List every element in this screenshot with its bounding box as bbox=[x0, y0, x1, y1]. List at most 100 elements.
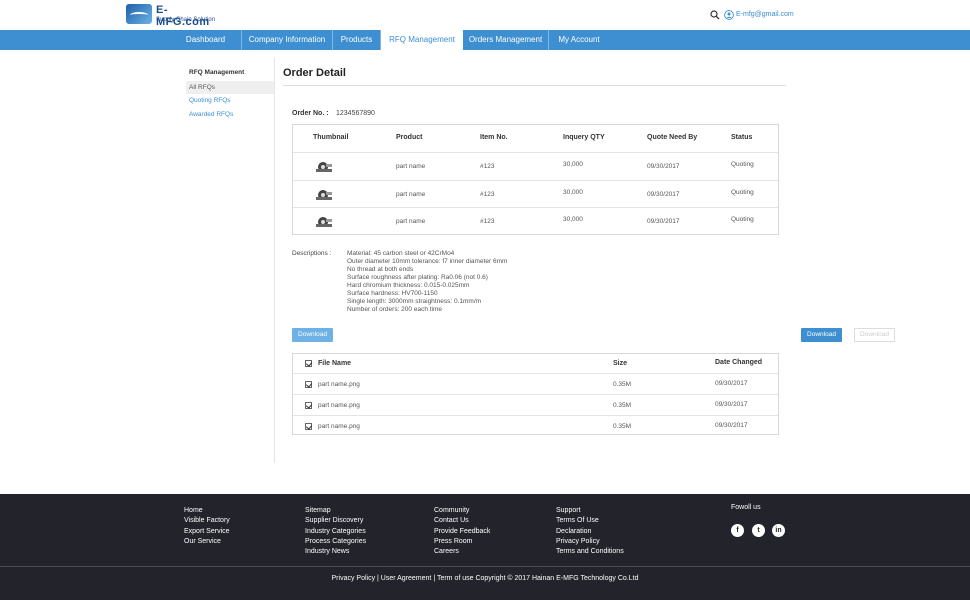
part-thumbnail-image bbox=[316, 217, 332, 227]
footer-link-visible-factory[interactable]: Visible Factory bbox=[184, 516, 230, 526]
column-header-thumbnail: Thumbnail bbox=[313, 134, 349, 141]
description-line: Number of orders: 200 each time bbox=[347, 306, 443, 313]
footer-link-sitemap[interactable]: Sitemap bbox=[305, 506, 366, 516]
description-line: Single length: 3000mm straightness: 0.1m… bbox=[347, 298, 482, 305]
footer-column-2: Sitemap Supplier Discovery Industry Cate… bbox=[305, 506, 366, 557]
search-icon[interactable] bbox=[710, 10, 720, 20]
file-row[interactable]: part name.png 0.35M 09/30/2017 bbox=[293, 415, 778, 436]
footer-link-process-categories[interactable]: Process Categories bbox=[305, 537, 366, 547]
nav-my-account[interactable]: My Account bbox=[549, 30, 609, 50]
column-header-inquery-qty: Inquery QTY bbox=[563, 134, 605, 141]
footer-link-contact-us[interactable]: Contact Us bbox=[434, 516, 490, 526]
table-row[interactable]: part name #123 30,000 09/30/2017 Quoting bbox=[293, 180, 778, 208]
status-cell: Quoting bbox=[731, 161, 754, 168]
sidebar-item-all-rfqs[interactable]: All RFQs bbox=[186, 81, 275, 94]
page-title: Order Detail bbox=[283, 67, 346, 79]
file-row[interactable]: part name.png 0.35M 09/30/2017 bbox=[293, 394, 778, 415]
footer-link-supplier-discovery[interactable]: Supplier Discovery bbox=[305, 516, 366, 526]
download-all-button[interactable]: Download bbox=[292, 328, 333, 342]
file-name-cell: part name.png bbox=[318, 381, 360, 388]
description-line: Outer diameter 10mm tolerance: f7 inner … bbox=[347, 258, 508, 265]
footer-link-community[interactable]: Community bbox=[434, 506, 490, 516]
footer-link-terms-of-use[interactable]: Terms Of Use bbox=[556, 516, 624, 526]
logo-tagline: Supply Chain Solution bbox=[156, 17, 216, 23]
qty-cell: 30,000 bbox=[563, 216, 583, 223]
order-items-table: Thumbnail Product Item No. Inquery QTY Q… bbox=[292, 124, 779, 235]
column-header-status: Status bbox=[731, 134, 753, 141]
part-thumbnail-image bbox=[316, 162, 332, 172]
order-number-value: 1234567890 bbox=[336, 110, 375, 117]
footer-link-terms-and-conditions[interactable]: Terms and Conditions bbox=[556, 547, 624, 557]
sidebar-item-quoting-rfqs[interactable]: Quoting RFQs bbox=[186, 94, 275, 107]
descriptions-label: Descriptions : bbox=[292, 250, 332, 257]
file-name-cell: part name.png bbox=[318, 402, 360, 409]
footer-link-provide-feedback[interactable]: Provide Feedback bbox=[434, 527, 490, 537]
footer-column-3: Community Contact Us Provide Feedback Pr… bbox=[434, 506, 490, 557]
title-divider bbox=[283, 85, 786, 86]
download-disabled-button[interactable]: Download bbox=[854, 328, 895, 342]
select-all-checkbox[interactable] bbox=[305, 360, 312, 367]
twitter-icon[interactable]: t bbox=[752, 524, 765, 537]
account-email-link[interactable]: E-mfg@gmail.com bbox=[736, 10, 794, 20]
footer-column-1: Home Visible Factory Export Service Our … bbox=[184, 506, 230, 547]
file-size-cell: 0.35M bbox=[613, 402, 632, 409]
user-icon[interactable] bbox=[724, 10, 734, 20]
order-number-label: Order No. : bbox=[292, 110, 329, 117]
column-header-file-name: File Name bbox=[318, 360, 352, 367]
footer-link-export-service[interactable]: Export Service bbox=[184, 527, 230, 537]
need-by-cell: 09/30/2017 bbox=[647, 191, 680, 198]
description-line: Hard chromium thickness: 0.015-0.025mm bbox=[347, 282, 470, 289]
file-checkbox[interactable] bbox=[305, 402, 312, 409]
file-checkbox[interactable] bbox=[305, 423, 312, 430]
footer-link-home[interactable]: Home bbox=[184, 506, 230, 516]
nav-rfq-management[interactable]: RFQ Management bbox=[381, 30, 463, 50]
logo-icon bbox=[126, 4, 152, 24]
file-size-cell: 0.35M bbox=[613, 423, 632, 430]
file-row[interactable]: part name.png 0.35M 09/30/2017 bbox=[293, 373, 778, 394]
linkedin-icon[interactable]: in bbox=[772, 524, 785, 537]
site-footer: Home Visible Factory Export Service Our … bbox=[0, 494, 970, 600]
need-by-cell: 09/30/2017 bbox=[647, 163, 680, 170]
footer-link-declaration[interactable]: Declaration bbox=[556, 527, 624, 537]
nav-products[interactable]: Products bbox=[333, 30, 381, 50]
footer-link-careers[interactable]: Careers bbox=[434, 547, 490, 557]
nav-company-information[interactable]: Company Information bbox=[242, 30, 333, 50]
item-no-cell: #123 bbox=[480, 191, 495, 198]
follow-us-label: Fowoll us bbox=[731, 504, 761, 511]
footer-link-our-service[interactable]: Our Service bbox=[184, 537, 230, 547]
qty-cell: 30,000 bbox=[563, 161, 583, 168]
file-size-cell: 0.35M bbox=[613, 381, 632, 388]
status-cell: Quoting bbox=[731, 189, 754, 196]
footer-link-support[interactable]: Support bbox=[556, 506, 624, 516]
file-name-cell: part name.png bbox=[318, 423, 360, 430]
nav-orders-management[interactable]: Orders Management bbox=[463, 30, 549, 50]
files-table: File Name Size Date Changed part name.pn… bbox=[292, 353, 779, 435]
download-button[interactable]: Download bbox=[801, 328, 842, 342]
facebook-icon[interactable]: f bbox=[731, 524, 744, 537]
table-row[interactable]: part name #123 30,000 09/30/2017 Quoting bbox=[293, 152, 778, 180]
footer-link-industry-news[interactable]: Industry News bbox=[305, 547, 366, 557]
nav-dashboard[interactable]: Dashboard bbox=[170, 30, 242, 50]
footer-link-industry-categories[interactable]: Industry Categories bbox=[305, 527, 366, 537]
description-line: Surface hardness: HV700-1150 bbox=[347, 290, 438, 297]
footer-column-4: Support Terms Of Use Declaration Privacy… bbox=[556, 506, 624, 557]
descriptions-text: Material: 45 carbon steel or 42CrMo4 Out… bbox=[347, 250, 507, 314]
description-line: Material: 45 carbon steel or 42CrMo4 bbox=[347, 250, 455, 257]
footer-link-press-room[interactable]: Press Room bbox=[434, 537, 490, 547]
file-date-cell: 09/30/2017 bbox=[715, 380, 748, 387]
column-header-item-no: Item No. bbox=[480, 134, 508, 141]
description-line: No thread at both ends bbox=[347, 266, 414, 273]
footer-link-privacy-policy[interactable]: Privacy Policy bbox=[556, 537, 624, 547]
site-header: E-MFG.com Supply Chain Solution E-mfg@gm… bbox=[0, 0, 970, 30]
site-logo[interactable]: E-MFG.com Supply Chain Solution bbox=[126, 4, 218, 28]
qty-cell: 30,000 bbox=[563, 189, 583, 196]
column-header-date-changed: Date Changed bbox=[715, 359, 763, 366]
copyright-text: Privacy Policy | User Agreement | Term o… bbox=[331, 575, 639, 582]
column-header-product: Product bbox=[396, 134, 423, 141]
sidebar-divider bbox=[274, 58, 275, 463]
main-nav: Dashboard Company Information Products R… bbox=[0, 30, 970, 50]
table-row[interactable]: part name #123 30,000 09/30/2017 Quoting bbox=[293, 207, 778, 235]
sidebar-item-awarded-rfqs[interactable]: Awarded RFQs bbox=[186, 108, 275, 121]
file-checkbox[interactable] bbox=[305, 381, 312, 388]
file-date-cell: 09/30/2017 bbox=[715, 422, 748, 429]
